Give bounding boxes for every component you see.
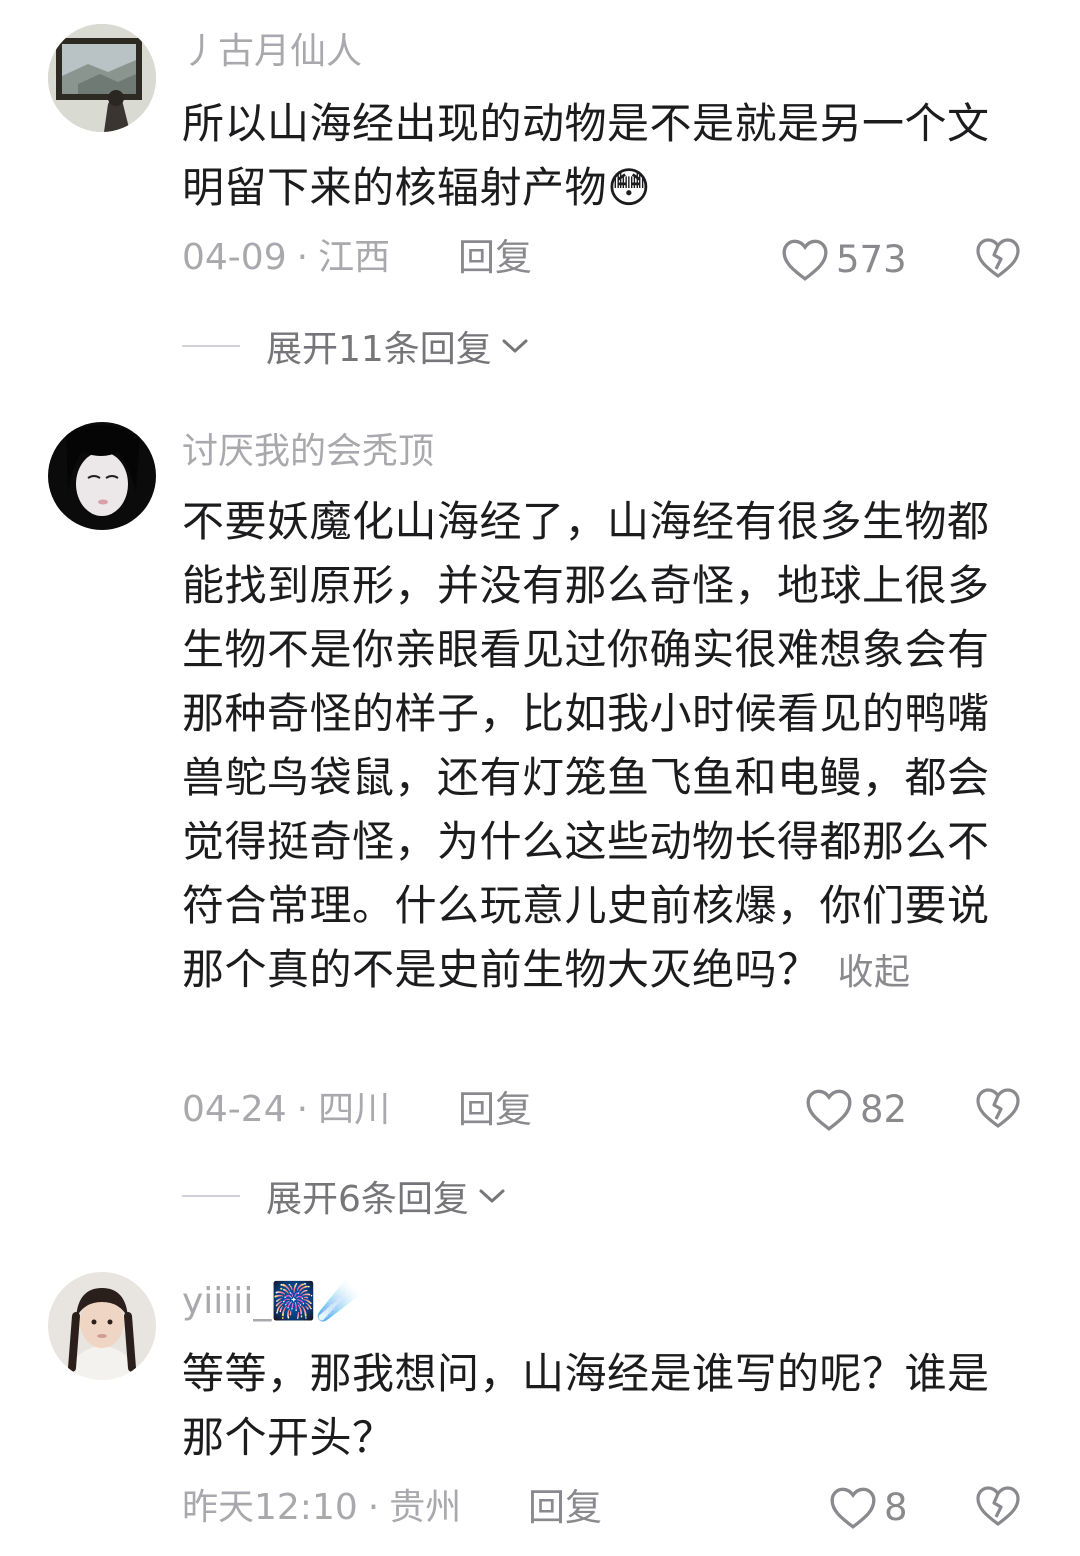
heart-outline-icon [806,1089,852,1131]
comment-location: 贵州 [389,1487,462,1528]
like-button[interactable]: 82 [804,1084,907,1134]
heart-outline-icon [830,1487,876,1529]
like-count: 8 [884,1485,908,1529]
expand-replies-label: 展开6条回复 [266,1179,469,1220]
heart-outline-icon [782,239,828,281]
meta-separator: · [296,1089,309,1130]
comment-text: 不要妖魔化山海经了，山海经有很多生物都能找到原形，并没有那么奇怪，地球上很多生物… [182,490,1002,1005]
username-emojis: 🎆☄️ [271,1281,361,1322]
username[interactable]: yiiiii_🎆☄️ [182,1280,361,1324]
expand-replies[interactable]: 展开11条回复 [182,324,530,370]
flushed-emoji: 😳 [607,163,652,212]
comment-date: 04-09 [182,237,287,278]
comment-date: 昨天12:10 [182,1487,358,1528]
like-count: 573 [836,237,907,281]
comment-meta: 昨天12:10 · 贵州 [182,1486,461,1530]
meta-separator: · [296,237,309,278]
comment-body: 不要妖魔化山海经了，山海经有很多生物都能找到原形，并没有那么奇怪，地球上很多生物… [182,497,990,994]
comment-body: 所以山海经出现的动物是不是就是另一个文明留下来的核辐射产物 [182,99,990,212]
reply-button[interactable]: 回复 [458,236,532,280]
reply-button[interactable]: 回复 [528,1486,602,1530]
broken-heart-icon [976,1486,1020,1527]
broken-heart-icon [976,238,1020,279]
collapse-button[interactable]: 收起 [838,952,911,993]
username[interactable]: 丿古月仙人 [182,30,362,74]
avatar[interactable] [48,1272,156,1380]
like-count: 82 [860,1087,908,1131]
broken-heart-icon [976,1088,1020,1129]
username[interactable]: 讨厌我的会秃顶 [182,430,434,474]
chevron-down-icon [502,339,528,353]
comment-meta: 04-24 · 四川 [182,1088,390,1132]
like-button[interactable]: 8 [828,1482,908,1532]
comment-date: 04-24 [182,1089,287,1130]
divider [182,1195,240,1197]
expand-replies-label: 展开11条回复 [266,329,492,370]
expand-replies[interactable]: 展开6条回复 [182,1174,507,1220]
like-button[interactable]: 573 [780,234,907,284]
meta-separator: · [367,1487,380,1528]
dislike-button[interactable] [974,1084,1022,1132]
dislike-button[interactable] [974,234,1022,282]
comment-text: 等等，那我想问，山海经是谁写的呢？谁是那个开头？ [182,1349,990,1462]
comment-meta: 04-09 · 江西 [182,236,390,280]
avatar[interactable] [48,24,156,132]
username-text: yiiiii_ [182,1281,272,1322]
dislike-button[interactable] [974,1482,1022,1530]
comment-location: 四川 [318,1089,391,1130]
reply-button[interactable]: 回复 [458,1088,532,1132]
comment-text: 所以山海经出现的动物是不是就是另一个文明留下来的核辐射产物😳 [182,92,1002,220]
avatar[interactable] [48,422,156,530]
divider [182,345,240,347]
comment-location: 江西 [318,237,391,278]
chevron-down-icon [479,1189,505,1203]
